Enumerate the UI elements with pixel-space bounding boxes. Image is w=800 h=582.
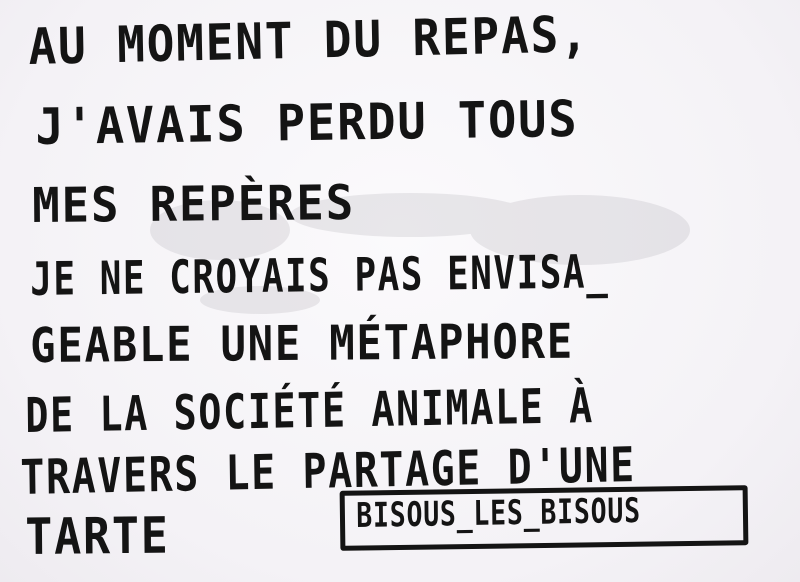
note-line-4: JE NE CROYAIS PAS ENVISA_ (30, 244, 610, 306)
signature: BISOUS_LES_BISOUS (356, 490, 642, 536)
note-line-3: MES REPÈRES (32, 175, 356, 234)
note-line-8: TARTE (25, 506, 170, 566)
note-line-5: GEABLE UNE MÉTAPHORE (30, 313, 575, 374)
note-line-2: J'AVAIS PERDU TOUS (35, 89, 579, 156)
note-line-6: DE LA SOCIÉTÉ ANIMALE À (25, 378, 595, 444)
